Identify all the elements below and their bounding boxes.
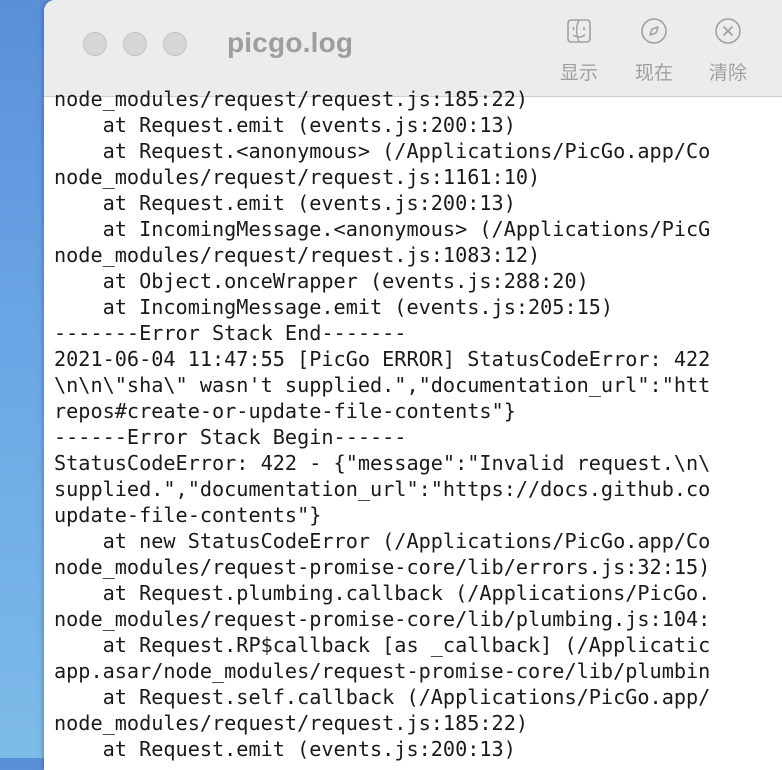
window-title: picgo.log (227, 27, 354, 58)
log-line: app.asar/node_modules/request-promise-co… (54, 659, 711, 683)
log-line: at new StatusCodeError (/Applications/Pi… (54, 529, 711, 553)
log-line: 2021-06-04 11:47:55 [PicGo ERROR] Status… (54, 347, 711, 371)
log-line: at Request.self.callback (/Applications/… (54, 685, 711, 709)
log-line: update-file-contents"} (54, 503, 322, 527)
log-line: at Request.RP$callback [as _callback] (/… (54, 633, 711, 657)
log-window: picgo.log 显示 现在 清除 node_modules/request/… (44, 0, 782, 770)
log-line: node_modules/request-promise-core/lib/pl… (54, 607, 711, 631)
log-line: at Request.<anonymous> (/Applications/Pi… (54, 139, 711, 163)
close-window-button[interactable] (83, 32, 107, 56)
toolbar-overflow-button[interactable] (774, 16, 782, 60)
log-line: -------Error Stack End------- (54, 321, 407, 345)
clear-icon (715, 18, 741, 44)
log-line: ------Error Stack Begin------ (54, 425, 407, 449)
log-line: at Request.emit (events.js:200:13) (54, 191, 516, 215)
log-line: at Request.emit (events.js:200:13) (54, 737, 516, 761)
zoom-window-button[interactable] (163, 32, 187, 56)
log-line: node_modules/request/request.js:185:22) (54, 87, 529, 111)
toolbar-now-button[interactable]: 现在 (626, 16, 682, 85)
log-line: at IncomingMessage.<anonymous> (/Applica… (54, 217, 711, 241)
log-line: node_modules/request/request.js:1083:12) (54, 243, 541, 267)
toolbar-show-button[interactable]: 显示 (551, 16, 607, 85)
log-line: \n\n\"sha\" wasn't supplied.","documenta… (54, 373, 711, 397)
finder-icon (567, 19, 591, 43)
toolbar-now-label: 现在 (634, 63, 673, 84)
log-line: at Object.onceWrapper (events.js:288:20) (54, 269, 589, 293)
toolbar-clear-label: 清除 (708, 63, 747, 84)
toolbar-show-label: 显示 (559, 63, 598, 84)
log-line: node_modules/request-promise-core/lib/er… (54, 555, 711, 579)
toolbar-clear-button[interactable]: 清除 (700, 16, 756, 85)
compass-icon (641, 18, 667, 44)
log-line: at Request.emit (events.js:200:13) (54, 113, 516, 137)
log-line: supplied.","documentation_url":"https://… (54, 477, 711, 501)
log-line: StatusCodeError: 422 - {"message":"Inval… (54, 451, 711, 475)
title-bar[interactable]: picgo.log 显示 现在 清除 (44, 0, 782, 97)
window-controls (83, 32, 187, 56)
log-content[interactable]: node_modules/request/request.js:185:22) … (54, 86, 782, 762)
log-line: repos#create-or-update-file-contents"} (54, 399, 516, 423)
log-line: node_modules/request/request.js:185:22) (54, 711, 529, 735)
log-line: at IncomingMessage.emit (events.js:205:1… (54, 295, 614, 319)
log-line: at Request.plumbing.callback (/Applicati… (54, 581, 711, 605)
log-line: node_modules/request/request.js:1161:10) (54, 165, 541, 189)
minimize-window-button[interactable] (123, 32, 147, 56)
